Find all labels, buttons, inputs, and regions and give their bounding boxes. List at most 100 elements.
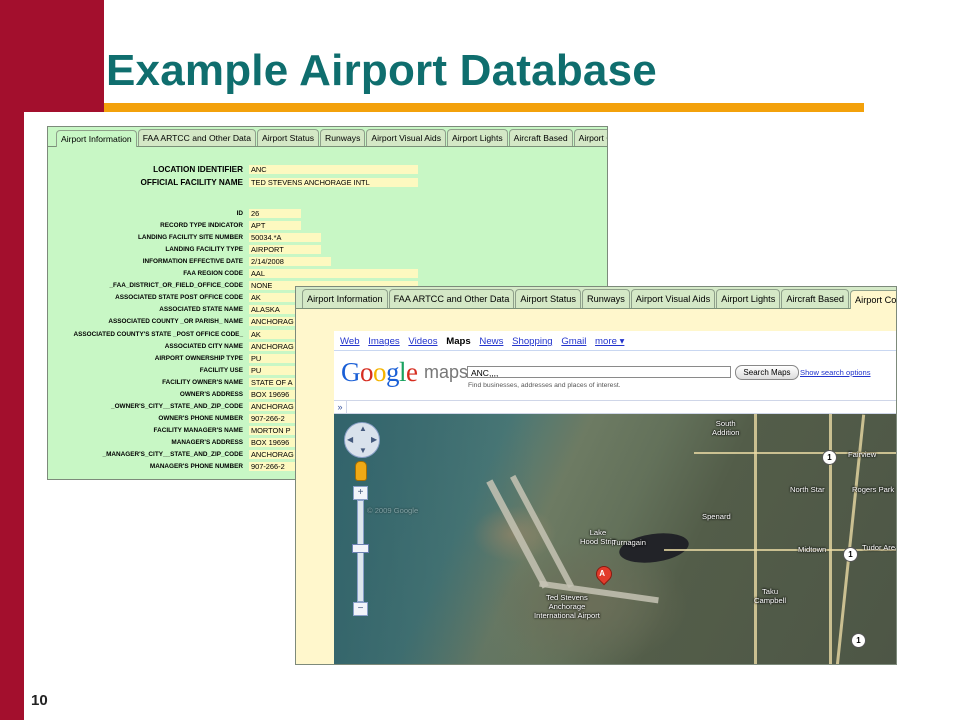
nav-web-link[interactable]: Web <box>340 336 360 347</box>
tab-faa-artcc[interactable]: FAA ARTCC and Other Data <box>388 289 515 308</box>
nav-news-link[interactable]: News <box>479 336 503 347</box>
form-value-field[interactable]: AAL <box>249 269 418 279</box>
zoom-out-button[interactable]: − <box>353 602 368 616</box>
place-label: Spenard <box>702 512 731 521</box>
route-shield-icon: 1 <box>843 547 858 562</box>
nav-shopping-link[interactable]: Shopping <box>512 336 553 347</box>
official-facility-name-row: OFFICIAL FACILITY NAME TED STEVENS ANCHO… <box>48 178 607 188</box>
tab-runways[interactable]: Runways <box>582 289 630 308</box>
tab-aircraft-based[interactable]: Aircraft Based <box>781 289 850 308</box>
satellite-map[interactable]: South Addition Fairview North Star Roger… <box>334 414 897 664</box>
nav-divider <box>334 350 896 351</box>
route-shield-icon: 1 <box>851 633 866 648</box>
place-label: Lake Hood Strip <box>580 528 616 546</box>
field-label: LANDING FACILITY SITE NUMBER <box>138 234 243 242</box>
location-identifier-field[interactable]: ANC <box>249 165 418 174</box>
show-search-options-link[interactable]: Show search options <box>800 368 871 377</box>
slide-title: Example Airport Database <box>106 46 657 95</box>
field-label: FACILITY MANAGER'S NAME <box>153 426 243 434</box>
search-maps-button[interactable]: Search Maps <box>735 365 799 380</box>
nav-more-menu[interactable]: more ▾ <box>595 336 624 347</box>
field-label: OWNER'S ADDRESS <box>179 390 243 398</box>
form-row: FAA REGION CODE AAL <box>48 269 607 279</box>
route-shield-icon: 1 <box>822 450 837 465</box>
form-row: ID 26 <box>48 209 607 219</box>
tab-airport-status[interactable]: Airport Status <box>256 129 320 146</box>
form-value-field[interactable]: AIRPORT <box>249 245 321 255</box>
tab-faa-artcc[interactable]: FAA ARTCC and Other Data <box>137 129 256 146</box>
place-label: Tudor Area <box>862 543 897 552</box>
tab-airport-visual-aids[interactable]: Airport Visual Aids <box>630 289 716 308</box>
tab-airport-status[interactable]: Airport Status <box>515 289 581 308</box>
map-toolbar-strip: » <box>334 400 896 414</box>
google-maps-page: Web Images Videos Maps News Shopping Gma… <box>334 331 897 664</box>
place-label: Ted Stevens Anchorage International Airp… <box>534 593 600 620</box>
field-label: FACILITY USE <box>199 366 243 374</box>
google-logo[interactable]: Google <box>341 357 418 387</box>
map-search-input[interactable]: ANC,,,, <box>467 366 731 378</box>
field-label: ASSOCIATED STATE NAME <box>159 306 243 314</box>
form-value-field[interactable]: 50034.*A <box>249 233 321 243</box>
tab-airport-coordinates[interactable]: Airport Coordinates <box>850 290 896 309</box>
location-identifier-row: LOCATION IDENTIFIER ANC <box>48 165 607 175</box>
field-label: INFORMATION EFFECTIVE DATE <box>142 258 243 266</box>
field-label: RECORD TYPE INDICATOR <box>160 222 243 230</box>
field-label: ID <box>236 210 243 217</box>
search-hint: Find businesses, addresses and places of… <box>468 382 621 389</box>
place-label: South Addition <box>712 419 740 437</box>
tab-airport-lights[interactable]: Airport Lights <box>716 289 781 308</box>
slide-left-bar <box>0 0 24 720</box>
field-label: ASSOCIATED COUNTY _OR PARISH_ NAME <box>108 318 243 326</box>
field-label: FAA REGION CODE <box>183 270 243 278</box>
form-row: RECORD TYPE INDICATOR APT <box>48 221 607 231</box>
expand-panel-icon[interactable]: » <box>334 401 347 414</box>
field-label: ASSOCIATED STATE POST OFFICE CODE <box>115 294 243 302</box>
zoom-slider-handle[interactable] <box>352 544 369 553</box>
tab-aircraft-based[interactable]: Aircraft Based <box>508 129 573 146</box>
street-view-pegman-icon[interactable] <box>355 461 367 481</box>
field-label: ASSOCIATED COUNTY'S STATE _POST OFFICE C… <box>73 330 243 338</box>
field-label: MANAGER'S ADDRESS <box>171 438 243 446</box>
field-label: OWNER'S PHONE NUMBER <box>158 414 243 422</box>
place-label: Turnagain <box>612 538 646 547</box>
tab-airport-information[interactable]: Airport Information <box>56 130 137 147</box>
field-label: LOCATION IDENTIFIER <box>153 165 243 174</box>
tab-bar: Airport Information FAA ARTCC and Other … <box>296 287 896 309</box>
nav-images-link[interactable]: Images <box>368 336 399 347</box>
tab-airport-lights[interactable]: Airport Lights <box>447 129 508 146</box>
form-value-field[interactable]: APT <box>249 221 301 231</box>
lake-hood <box>617 529 691 567</box>
tab-airport-information[interactable]: Airport Information <box>302 289 388 308</box>
google-nav-bar: Web Images Videos Maps News Shopping Gma… <box>340 336 624 347</box>
field-label: LANDING FACILITY TYPE <box>165 246 243 254</box>
field-label: ASSOCIATED CITY NAME <box>164 342 243 350</box>
form-row: INFORMATION EFFECTIVE DATE 2/14/2008 <box>48 257 607 267</box>
tab-airport-coordinates[interactable]: Airport Coordinates <box>573 129 607 146</box>
map-watermark: © 2009 Google <box>367 506 419 515</box>
place-label: Fairview <box>848 450 877 459</box>
location-marker-icon[interactable]: A <box>592 562 616 586</box>
title-underline <box>104 103 864 112</box>
place-label: North Star <box>790 485 825 494</box>
place-label: Taku Campbell <box>754 587 787 605</box>
tab-runways[interactable]: Runways <box>320 129 366 146</box>
nav-gmail-link[interactable]: Gmail <box>561 336 586 347</box>
slide-corner-block <box>24 0 104 112</box>
form-row: LANDING FACILITY SITE NUMBER 50034.*A <box>48 233 607 243</box>
nav-videos-link[interactable]: Videos <box>408 336 437 347</box>
place-label: Rogers Park <box>852 485 895 494</box>
field-label: _FAA_DISTRICT_OR_FIELD_OFFICE_CODE <box>109 282 243 290</box>
field-label: OFFICIAL FACILITY NAME <box>140 178 244 187</box>
tab-bar: Airport Information FAA ARTCC and Other … <box>48 127 607 147</box>
official-facility-name-field[interactable]: TED STEVENS ANCHORAGE INTL <box>249 178 418 187</box>
field-label: AIRPORT OWNERSHIP TYPE <box>154 354 243 362</box>
zoom-in-button[interactable]: + <box>353 486 368 500</box>
field-label: _MANAGER'S_CITY__STATE_AND_ZIP_CODE <box>102 451 243 458</box>
pan-control-icon[interactable]: ▲ ▼ ◀ ▶ <box>344 422 380 458</box>
maps-logo-suffix: maps <box>424 362 469 382</box>
tab-airport-visual-aids[interactable]: Airport Visual Aids <box>366 129 446 146</box>
form-value-field[interactable]: 2/14/2008 <box>249 257 331 267</box>
form-value-field[interactable]: 26 <box>249 209 301 218</box>
form-row: LANDING FACILITY TYPE AIRPORT <box>48 245 607 255</box>
field-label: MANAGER'S PHONE NUMBER <box>149 463 243 471</box>
